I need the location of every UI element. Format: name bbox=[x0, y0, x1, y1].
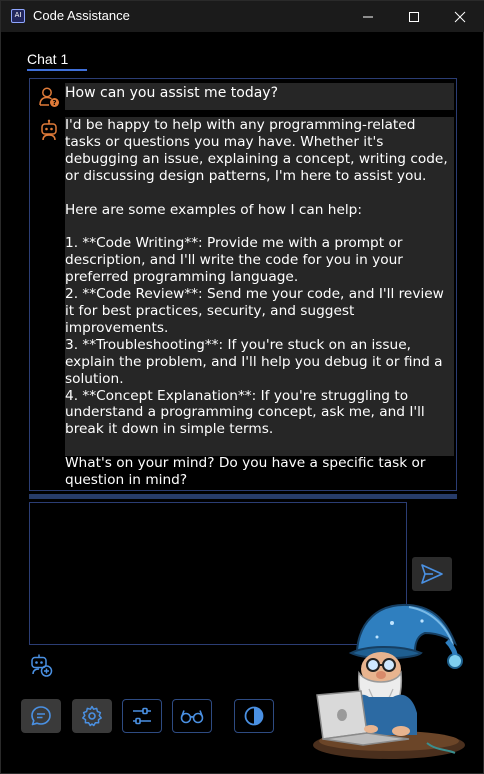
send-button[interactable] bbox=[412, 557, 452, 591]
close-icon bbox=[454, 11, 466, 22]
theme-toggle-button[interactable] bbox=[234, 699, 274, 733]
close-button[interactable] bbox=[437, 1, 483, 32]
tab-active-indicator bbox=[27, 69, 87, 71]
add-robot-icon bbox=[31, 654, 53, 677]
user-message: How can you assist me today? bbox=[65, 83, 454, 110]
resize-splitter[interactable] bbox=[29, 494, 457, 499]
maximize-button[interactable] bbox=[391, 1, 437, 32]
app-icon: AI bbox=[11, 9, 25, 23]
gear-icon bbox=[82, 705, 102, 727]
window-title: Code Assistance bbox=[33, 8, 130, 23]
send-icon bbox=[421, 564, 443, 584]
user-question-icon: ? bbox=[39, 87, 59, 107]
review-button[interactable] bbox=[172, 699, 212, 733]
sliders-icon bbox=[133, 707, 151, 725]
minimize-button[interactable] bbox=[345, 1, 391, 32]
settings-button[interactable] bbox=[72, 699, 112, 733]
tab-chat-1[interactable]: Chat 1 bbox=[27, 51, 68, 67]
app-window: AI Code Assistance Chat 1 ? How can you … bbox=[0, 0, 484, 774]
chat-bubble-icon bbox=[31, 706, 51, 726]
svg-text:?: ? bbox=[52, 99, 56, 107]
title-bar[interactable]: AI Code Assistance bbox=[1, 1, 484, 32]
assistant-message: I'd be happy to help with any programmin… bbox=[65, 117, 454, 488]
new-assistant-button[interactable] bbox=[29, 653, 53, 677]
contrast-icon bbox=[244, 706, 264, 726]
glasses-icon bbox=[180, 710, 204, 724]
chat-history[interactable]: ? How can you assist me today? I'd be ha… bbox=[29, 78, 457, 491]
wizard-mascot-image bbox=[313, 603, 465, 759]
chat-button[interactable] bbox=[21, 699, 61, 733]
minimize-icon bbox=[363, 16, 373, 17]
robot-icon bbox=[41, 119, 57, 141]
adjustments-button[interactable] bbox=[122, 699, 162, 733]
maximize-icon bbox=[409, 11, 419, 22]
